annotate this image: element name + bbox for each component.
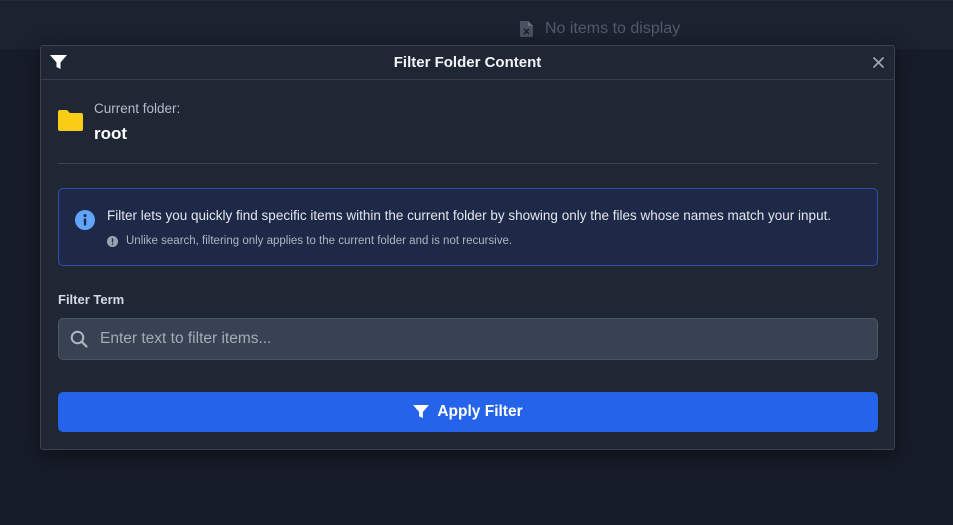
empty-state: No items to display bbox=[520, 18, 680, 40]
dialog-title: Filter Folder Content bbox=[393, 54, 542, 71]
empty-state-text: No items to display bbox=[545, 20, 681, 37]
search-icon bbox=[70, 330, 88, 348]
filter-icon bbox=[413, 405, 430, 419]
filter-input[interactable] bbox=[98, 329, 877, 349]
info-note: Unlike search, filtering only applies to… bbox=[107, 235, 512, 247]
apply-filter-button[interactable]: Apply Filter bbox=[58, 392, 878, 432]
info-main-text: Filter lets you quickly find specific it… bbox=[107, 208, 832, 223]
background-list-header bbox=[0, 0, 953, 49]
info-note-text: Unlike search, filtering only applies to… bbox=[126, 235, 513, 247]
divider bbox=[58, 163, 878, 164]
close-button[interactable] bbox=[869, 53, 887, 71]
filter-input-container[interactable] bbox=[58, 318, 878, 360]
info-circle-icon bbox=[75, 210, 95, 230]
apply-filter-label: Apply Filter bbox=[437, 403, 523, 420]
dialog-header: Filter Folder Content bbox=[41, 46, 894, 80]
folder-icon bbox=[58, 110, 83, 131]
current-folder-name: root bbox=[94, 124, 128, 143]
filter-icon bbox=[50, 55, 67, 69]
close-icon bbox=[872, 56, 884, 68]
filter-dialog: Filter Folder Content Current folder: ro… bbox=[40, 45, 895, 450]
current-folder-label: Current folder: bbox=[94, 101, 181, 116]
filter-term-label: Filter Term bbox=[58, 292, 125, 307]
info-box: Filter lets you quickly find specific it… bbox=[58, 188, 878, 266]
exclamation-circle-icon bbox=[107, 235, 118, 247]
file-icon bbox=[520, 21, 533, 37]
